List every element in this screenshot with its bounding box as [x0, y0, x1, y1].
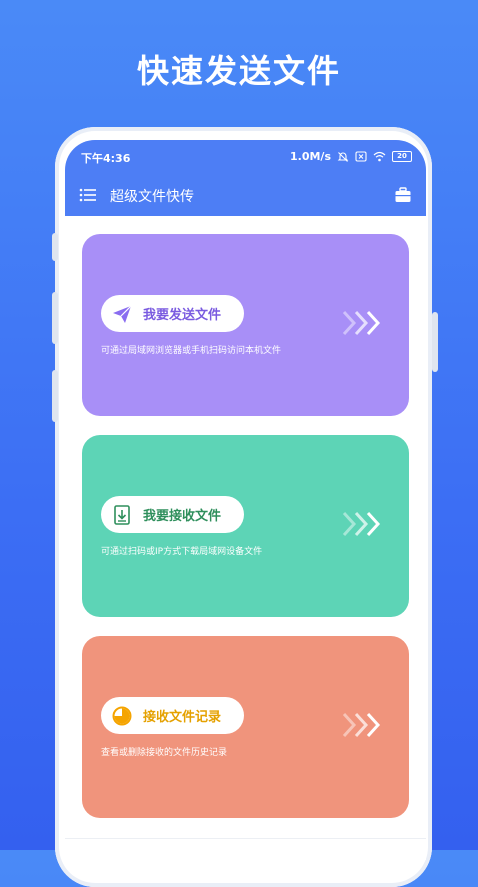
chevrons-right-icon — [342, 310, 381, 336]
send-file-label: 我要发送文件 — [143, 308, 222, 323]
phone-screen: 下午4:36 1.0M/s 20 超级文件快传 我要发送文件 可通过局域网浏览器… — [65, 140, 426, 860]
wifi-icon — [373, 151, 386, 162]
chevrons-right-icon — [342, 511, 381, 537]
send-file-card[interactable]: 我要发送文件 可通过局域网浏览器或手机扫码访问本机文件 — [82, 234, 409, 416]
receive-file-pill[interactable]: 我要接收文件 — [101, 496, 244, 533]
network-speed: 1.0M/s — [290, 150, 331, 163]
bottom-divider — [65, 838, 426, 839]
send-file-pill[interactable]: 我要发送文件 — [101, 295, 244, 332]
paper-plane-icon — [113, 305, 132, 323]
receive-history-label: 接收文件记录 — [143, 710, 222, 725]
content-area: 我要发送文件 可通过局域网浏览器或手机扫码访问本机文件 我要接收文件 可通过扫码… — [65, 216, 426, 860]
phone-side-button-volume-up — [52, 292, 58, 344]
no-sim-icon — [355, 151, 367, 162]
battery-icon: 20 — [392, 151, 412, 162]
download-file-icon — [114, 504, 130, 525]
status-icons: 1.0M/s 20 — [290, 150, 412, 163]
pie-chart-icon — [112, 706, 132, 725]
status-bar: 下午4:36 1.0M/s 20 — [65, 140, 426, 174]
mute-icon — [337, 151, 349, 162]
headline: 快速发送文件 — [136, 52, 341, 90]
briefcase-icon[interactable] — [394, 186, 412, 204]
receive-file-description: 可通过扫码或IP方式下载局域网设备文件 — [101, 547, 263, 557]
receive-history-description: 查看或删除接收的文件历史记录 — [101, 748, 228, 758]
toolbar: 超级文件快传 — [65, 174, 426, 216]
menu-icon[interactable] — [79, 186, 97, 204]
status-time: 下午4:36 — [81, 152, 131, 165]
app-title: 超级文件快传 — [110, 189, 194, 205]
chevrons-right-icon — [342, 712, 381, 738]
phone-side-button-power — [432, 312, 438, 372]
send-file-description: 可通过局域网浏览器或手机扫码访问本机文件 — [101, 346, 282, 356]
receive-history-pill[interactable]: 接收文件记录 — [101, 697, 244, 734]
receive-history-card[interactable]: 接收文件记录 查看或删除接收的文件历史记录 — [82, 636, 409, 818]
phone-side-button-volume-down — [52, 370, 58, 422]
receive-file-label: 我要接收文件 — [143, 509, 222, 524]
phone-side-button-top — [52, 233, 58, 261]
receive-file-card[interactable]: 我要接收文件 可通过扫码或IP方式下载局域网设备文件 — [82, 435, 409, 617]
